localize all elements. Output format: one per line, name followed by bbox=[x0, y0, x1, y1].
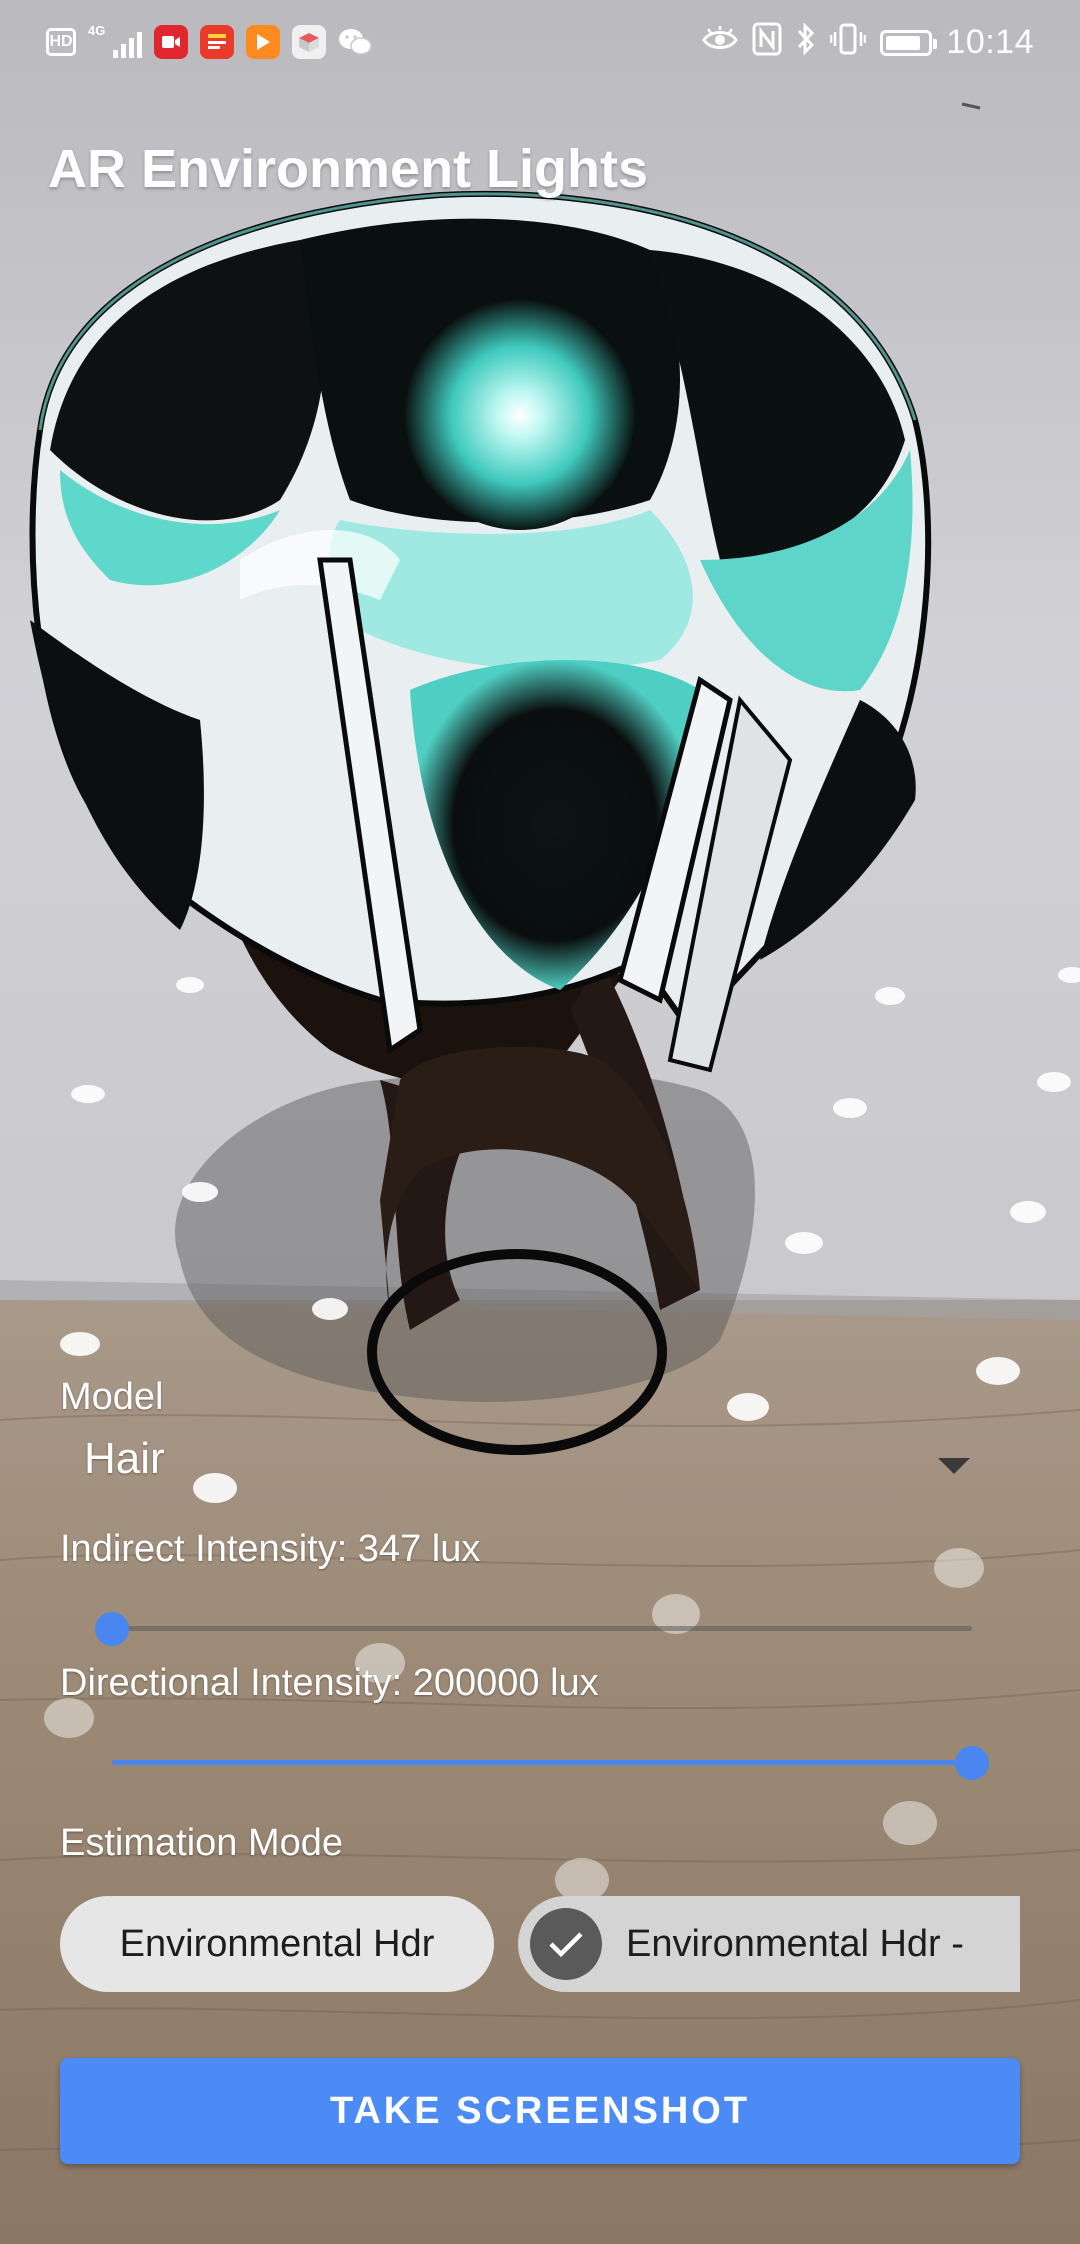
vibrate-icon bbox=[830, 22, 867, 63]
indirect-intensity-label: Indirect Intensity: 347 lux bbox=[60, 1528, 481, 1570]
indirect-intensity-slider[interactable] bbox=[95, 1598, 972, 1658]
control-panel: Model Hair Indirect Intensity: 347 lux D… bbox=[0, 1300, 1080, 2244]
bluetooth-icon bbox=[796, 22, 816, 63]
chip-label: Environmental Hdr - bbox=[626, 1922, 964, 1965]
estimation-mode-label: Estimation Mode bbox=[60, 1822, 344, 1864]
app-screen: HD 4G 10:14 AR Environment Lights Model … bbox=[0, 0, 1080, 2244]
mode-chip-environmental-hdr-selected[interactable]: Environmental Hdr - bbox=[518, 1896, 1020, 1992]
check-icon bbox=[530, 1908, 602, 1980]
status-bar-left: HD 4G bbox=[46, 24, 372, 60]
slider-thumb[interactable] bbox=[955, 1746, 989, 1780]
network-type: 4G bbox=[88, 23, 106, 38]
slider-fill bbox=[112, 1760, 972, 1765]
directional-intensity-label: Directional Intensity: 200000 lux bbox=[60, 1662, 599, 1704]
slider-track bbox=[112, 1626, 972, 1631]
directional-intensity-slider[interactable] bbox=[112, 1732, 989, 1792]
clock: 10:14 bbox=[946, 23, 1034, 61]
news-app-icon bbox=[200, 25, 234, 59]
mode-chip-environmental-hdr[interactable]: Environmental Hdr bbox=[60, 1896, 494, 1992]
battery-icon bbox=[880, 29, 938, 56]
chip-label: Environmental Hdr bbox=[119, 1922, 435, 1965]
hd-badge-icon: HD bbox=[46, 28, 76, 56]
chevron-down-icon bbox=[938, 1458, 970, 1474]
video-app-icon bbox=[154, 25, 188, 59]
slider-thumb[interactable] bbox=[95, 1612, 129, 1646]
player-app-icon bbox=[246, 25, 280, 59]
model-dropdown[interactable]: Hair bbox=[60, 1426, 970, 1506]
wechat-app-icon bbox=[338, 25, 372, 59]
nfc-icon bbox=[752, 22, 782, 63]
model-selected-value: Hair bbox=[84, 1434, 165, 1483]
page-title: AR Environment Lights bbox=[48, 139, 649, 199]
signal-icon: 4G bbox=[88, 24, 142, 60]
status-bar-right: 10:14 bbox=[702, 22, 1034, 63]
store-app-icon bbox=[292, 25, 326, 59]
status-bar: HD 4G 10:14 bbox=[0, 0, 1080, 86]
take-screenshot-button[interactable]: TAKE SCREENSHOT bbox=[60, 2058, 1020, 2164]
model-label: Model bbox=[60, 1376, 164, 1418]
eye-comfort-icon bbox=[702, 25, 739, 61]
